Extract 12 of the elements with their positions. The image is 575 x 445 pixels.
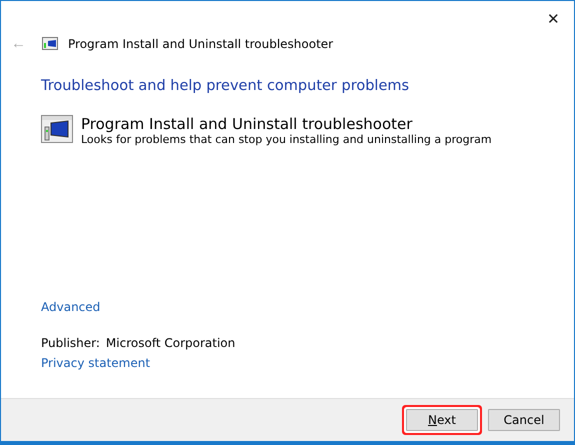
computer-icon (41, 115, 73, 143)
window-title: Program Install and Uninstall troubleshooter (68, 36, 334, 50)
cancel-button[interactable]: Cancel (488, 409, 560, 431)
publisher-value: Microsoft Corporation (106, 336, 236, 350)
close-button[interactable]: ✕ (547, 7, 560, 31)
troubleshooter-name: Program Install and Uninstall troubleshooter (81, 115, 414, 133)
advanced-link[interactable]: Advanced (41, 300, 100, 314)
window-icon (42, 37, 58, 50)
troubleshooter-description: Looks for problems that can stop you installing and uninstalling a program (81, 133, 492, 146)
publisher-label: Publisher: (41, 336, 100, 350)
privacy-link[interactable]: Privacy statement (41, 356, 150, 370)
page-heading: Troubleshoot and help prevent computer problems (41, 78, 410, 94)
